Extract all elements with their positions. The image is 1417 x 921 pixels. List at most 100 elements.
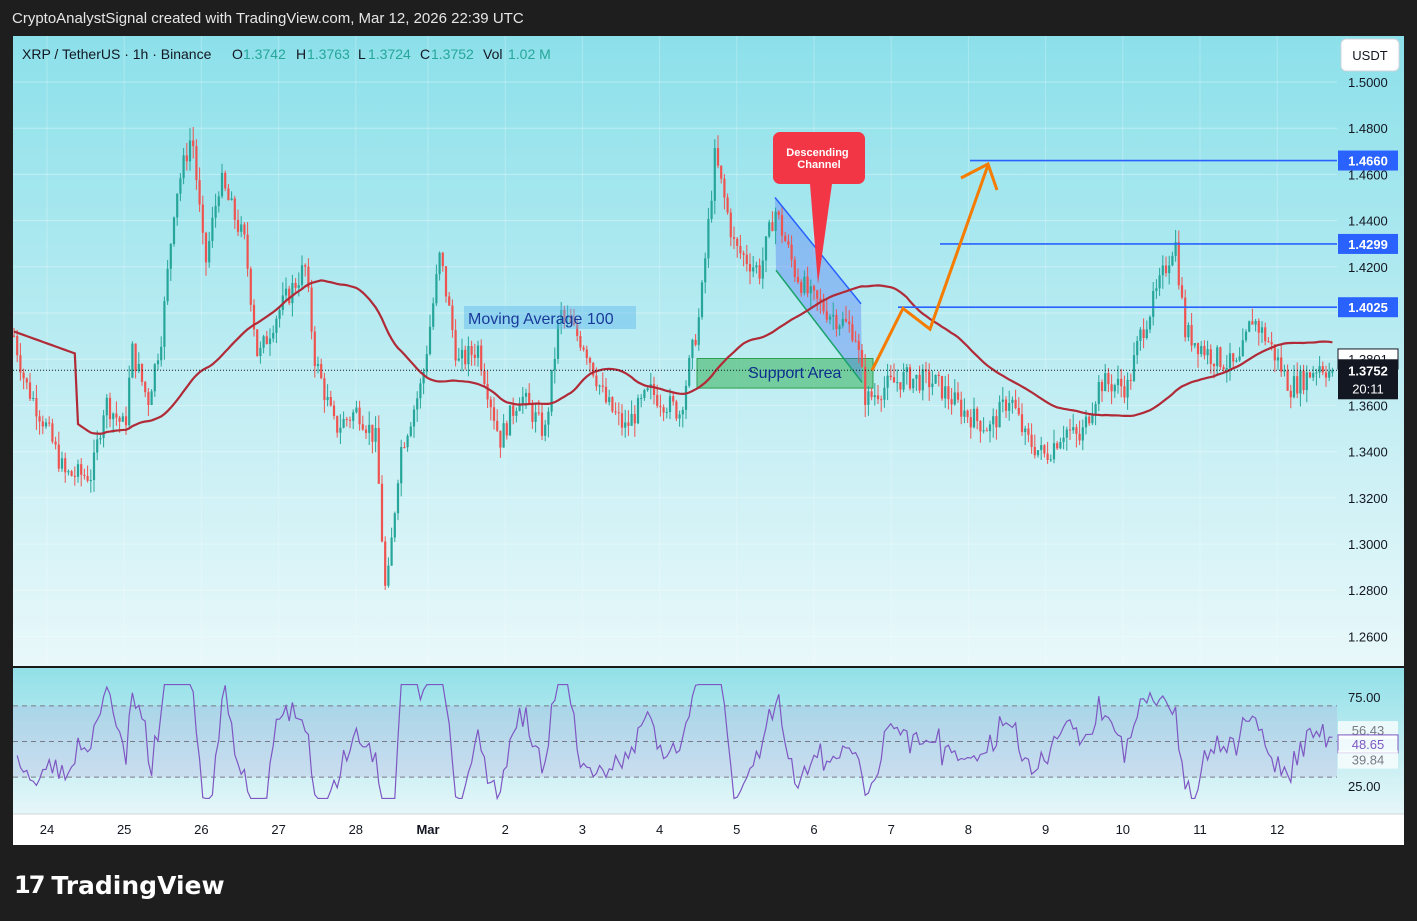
high-label: H [296, 46, 306, 62]
candle-body [528, 392, 531, 405]
candle-body [995, 416, 998, 428]
candle-body [624, 422, 627, 428]
candle-body [1244, 331, 1248, 341]
candle-body [467, 346, 470, 365]
candle-body [787, 241, 790, 245]
candle-body [998, 401, 1001, 428]
candle-body [236, 219, 240, 232]
candle-body [1036, 450, 1040, 456]
time-tick-label: 28 [349, 822, 363, 837]
main-pane[interactable] [13, 36, 1337, 666]
candle-body [579, 335, 582, 348]
candle-body [134, 343, 137, 372]
rsi-tick-label: 75.00 [1348, 690, 1381, 705]
candle-body [793, 259, 796, 277]
candle-body [691, 339, 694, 358]
candle-body [969, 417, 972, 428]
candle-body [1123, 386, 1126, 398]
candle-body [364, 429, 368, 433]
candle-body [1091, 414, 1094, 424]
candle-body [835, 315, 838, 330]
candle-body [1136, 340, 1139, 356]
candle-body [1152, 291, 1155, 317]
chart-canvas[interactable]: 1.50001.48001.46001.44001.42001.36001.34… [0, 0, 1417, 921]
candle-body [1328, 371, 1331, 378]
candle-body [278, 310, 281, 319]
symbol-name[interactable]: XRP / TetherUS · 1h · Binance [22, 46, 212, 62]
candle-body [953, 392, 956, 405]
candle-body [633, 413, 636, 424]
candle-body [547, 411, 550, 425]
candle-body [915, 374, 918, 379]
candle-body [172, 217, 176, 245]
candle-body [992, 416, 995, 425]
candle-body [988, 424, 992, 432]
candle-body [489, 399, 492, 408]
time-tick-label: 9 [1042, 822, 1049, 837]
candle-body [720, 165, 723, 179]
time-tick-label: 3 [579, 822, 586, 837]
candle-body [32, 397, 35, 399]
open-value: 1.3742 [243, 46, 286, 62]
candle-body [1104, 373, 1107, 392]
candle-body [1120, 378, 1123, 387]
tradingview-logo[interactable]: 17 TradingView [14, 870, 225, 900]
candle-body [739, 245, 742, 254]
candle-body [1254, 320, 1257, 325]
candle-body [204, 232, 208, 263]
candle-body [476, 345, 480, 358]
candle-body [92, 452, 96, 481]
candle-body [259, 347, 262, 357]
candle-countdown-text: 20:11 [1352, 381, 1384, 396]
candle-body [396, 483, 400, 514]
candle-body [326, 396, 329, 401]
pane-separator[interactable] [13, 666, 1404, 668]
candle-body [438, 252, 441, 275]
candle-body [416, 398, 419, 410]
candle-body [1193, 343, 1196, 346]
candle-body [272, 332, 275, 339]
ma-label[interactable]: Moving Average 100 [468, 311, 614, 328]
candle-body [800, 282, 803, 293]
candle-body [361, 424, 364, 430]
candle-body [1251, 321, 1254, 325]
candle-body [876, 395, 880, 400]
support-area-label[interactable]: Support Area [748, 365, 842, 382]
candle-body [1270, 341, 1273, 345]
candle-body [742, 253, 745, 255]
candle-body [1033, 446, 1036, 456]
candle-body [1065, 429, 1068, 438]
candle-body [1030, 434, 1033, 447]
candle-body [371, 424, 374, 442]
candle-body [214, 206, 217, 218]
candle-body [880, 399, 883, 401]
candle-body [233, 198, 236, 220]
candle-body [300, 265, 304, 286]
candle-body [544, 424, 547, 436]
price-tick-label: 1.4200 [1348, 260, 1388, 275]
candle-body [41, 421, 44, 427]
candle-body [812, 286, 816, 291]
tradingview-logo-text: TradingView [51, 870, 225, 900]
price-tick-label: 1.3000 [1348, 537, 1388, 552]
time-tick-label: 2 [502, 822, 509, 837]
candle-body [1225, 368, 1228, 370]
candle-body [432, 303, 435, 327]
candle-body [352, 412, 355, 421]
candle-body [105, 397, 108, 416]
candle-body [905, 367, 908, 373]
price-tick-label: 1.4800 [1348, 121, 1388, 136]
candle-body [937, 374, 940, 377]
candle-body [1292, 376, 1296, 398]
candle-body [1286, 370, 1289, 391]
candle-body [502, 423, 505, 448]
candle-body [1257, 320, 1260, 333]
price-tick-label: 1.3200 [1348, 491, 1388, 506]
current-price-badge: 1.3752 20:11 [1338, 359, 1398, 400]
candle-body [1081, 427, 1084, 441]
candle-body [1046, 453, 1049, 460]
candle-body [38, 416, 41, 422]
candle-body [1200, 346, 1203, 355]
volume-value: 1.02 M [508, 46, 551, 62]
candle-body [86, 475, 89, 481]
